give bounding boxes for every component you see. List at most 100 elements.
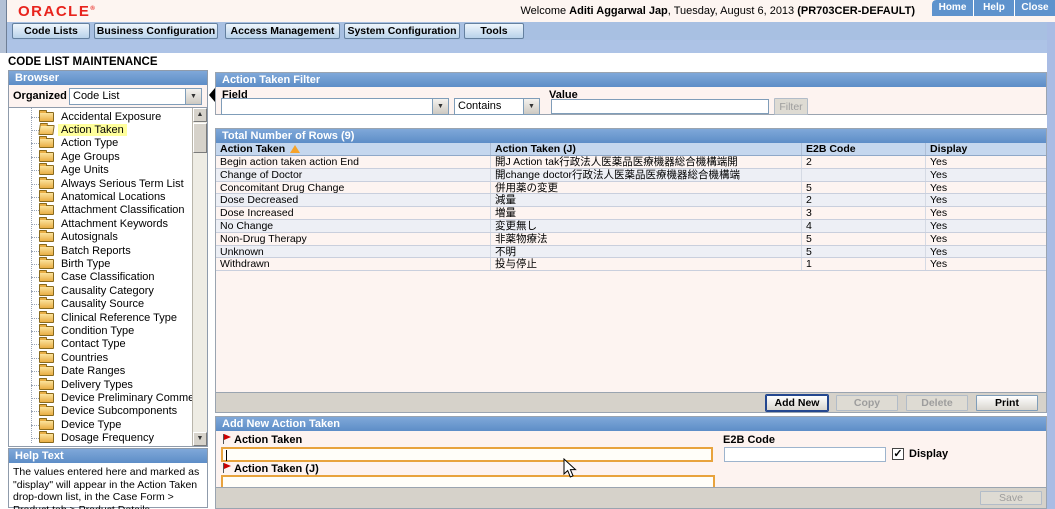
cell-e2b-code: 3 <box>802 207 926 219</box>
action-taken-j-label-text: Action Taken (J) <box>234 463 319 475</box>
tree-item-clinical-reference-type[interactable]: Clinical Reference Type <box>9 310 191 324</box>
action-taken-input[interactable] <box>221 447 713 462</box>
cell-action-taken-j: 不明 <box>491 245 802 258</box>
filter-button[interactable]: Filter <box>774 98 808 115</box>
tree-item-case-classification[interactable]: Case Classification <box>9 270 191 284</box>
cell-e2b-code: 2 <box>802 156 926 168</box>
cell-action-taken: Non-Drug Therapy <box>216 232 491 245</box>
tree-item-delivery-types[interactable]: Delivery Types <box>9 377 191 391</box>
tree-item-age-units[interactable]: Age Units <box>9 163 191 177</box>
cell-display: Yes <box>930 207 948 219</box>
tree-item-age-groups[interactable]: Age Groups <box>9 149 191 163</box>
column-header-e2b-code[interactable]: E2B Code <box>802 143 926 155</box>
chevron-down-icon[interactable]: ▼ <box>523 99 539 114</box>
table-rows: Begin action taken action End 開J Action t… <box>216 156 1046 272</box>
column-header-action-taken[interactable]: Action Taken <box>216 143 491 155</box>
field-dropdown[interactable]: ▼ <box>221 98 449 115</box>
menu-tab-tools[interactable]: Tools <box>464 23 524 39</box>
main-menu-bar: Code Lists Business Configuration Access M… <box>0 22 1055 40</box>
tree-item-label: Age Units <box>61 164 109 177</box>
menu-tab-system-configuration[interactable]: System Configuration <box>344 23 460 39</box>
folder-icon <box>39 163 54 176</box>
tree-item-condition-type[interactable]: Condition Type <box>9 323 191 337</box>
cell-display: Yes <box>930 194 948 207</box>
table-row[interactable]: No Change 変更無し 4 Yes <box>216 219 1046 233</box>
cell-e2b-code: 2 <box>802 194 926 207</box>
table-row[interactable]: Dose Decreased 減量 2 Yes <box>216 194 1046 208</box>
display-checkbox[interactable]: ✓ <box>892 448 904 460</box>
table-row[interactable]: Dose Increased 増量 3 Yes <box>216 207 1046 220</box>
column-header-label: E2B Code <box>806 142 856 155</box>
registered-mark: ® <box>90 6 97 12</box>
chevron-down-icon[interactable]: ▼ <box>432 99 448 114</box>
cell-action-taken: Change of Doctor <box>216 168 491 181</box>
chevron-down-icon[interactable]: ▼ <box>185 89 201 104</box>
delete-button[interactable]: Delete <box>906 394 968 411</box>
e2b-code-input[interactable] <box>724 447 886 462</box>
folder-icon <box>39 136 54 149</box>
tree-item-action-taken[interactable]: Action Taken <box>9 123 191 137</box>
organized-by-row: Organized by Code List ▼ <box>9 86 207 107</box>
field-dropdown-value <box>222 99 432 114</box>
tree-scrollbar[interactable]: ▲ ▼ <box>192 108 207 446</box>
scroll-down-icon[interactable]: ▼ <box>193 432 207 446</box>
tree-item-always-serious-term-list[interactable]: Always Serious Term List <box>9 176 191 190</box>
scroll-up-icon[interactable]: ▲ <box>193 108 207 122</box>
table-row[interactable]: Concomitant Drug Change 併用薬の変更 5 Yes <box>216 181 1046 195</box>
cell-display: Yes <box>930 219 948 232</box>
save-button[interactable]: Save <box>980 491 1042 505</box>
close-button[interactable]: Close <box>1014 0 1055 16</box>
oracle-logo: ORACLE® <box>18 3 96 20</box>
column-header-action-taken-j-[interactable]: Action Taken (J) <box>491 143 802 155</box>
menu-tab-code-lists[interactable]: Code Lists <box>12 23 90 39</box>
scrollbar-thumb[interactable] <box>193 123 207 153</box>
organized-by-dropdown[interactable]: Code List ▼ <box>69 88 202 105</box>
tree-item-device-preliminary-comments[interactable]: Device Preliminary Comments <box>9 390 207 404</box>
folder-icon <box>39 404 54 417</box>
tree-item-action-type[interactable]: Action Type <box>9 136 191 150</box>
tree-item-batch-reports[interactable]: Batch Reports <box>9 243 191 257</box>
table-row[interactable]: Change of Doctor 開change doctor行政法人医薬品医療機… <box>216 168 1046 182</box>
cell-action-taken: Withdrawn <box>216 258 491 271</box>
display-checkbox-label: Display <box>909 448 949 460</box>
tree-item-label: Contact Type <box>61 338 126 351</box>
home-button[interactable]: Home <box>932 0 973 16</box>
table-row[interactable]: Non-Drug Therapy 非薬物療法 5 Yes <box>216 232 1046 246</box>
table-row[interactable]: Begin action taken action End 開J Action t… <box>216 156 1046 169</box>
operator-dropdown[interactable]: Contains ▼ <box>454 98 540 115</box>
tree-item-birth-type[interactable]: Birth Type <box>9 256 191 270</box>
add-new-button[interactable]: Add New <box>765 393 829 412</box>
print-button[interactable]: Print <box>976 394 1038 411</box>
right-border-strip <box>1047 22 1055 509</box>
tree-item-label: Dosage Frequency <box>61 432 154 445</box>
tree-item-device-type[interactable]: Device Type <box>9 417 191 431</box>
help-button[interactable]: Help <box>973 0 1014 16</box>
tree-item-device-subcomponents[interactable]: Device Subcomponents <box>9 404 191 418</box>
tree-item-contact-type[interactable]: Contact Type <box>9 337 191 351</box>
value-input[interactable] <box>551 99 769 114</box>
tree-item-autosignals[interactable]: Autosignals <box>9 230 191 244</box>
cell-action-taken: No Change <box>216 219 491 232</box>
column-header-display[interactable]: Display <box>926 143 1046 155</box>
add-new-title: Add New Action Taken <box>216 417 1046 431</box>
menu-tab-access-management[interactable]: Access Management <box>225 23 340 39</box>
folder-icon <box>39 283 54 296</box>
tree-item-countries[interactable]: Countries <box>9 350 191 364</box>
tree-item-causality-category[interactable]: Causality Category <box>9 283 191 297</box>
table-row[interactable]: Withdrawn 投与停止 1 Yes <box>216 258 1046 272</box>
table-row[interactable]: Unknown 不明 5 Yes <box>216 245 1046 259</box>
tree-item-accidental-exposure[interactable]: Accidental Exposure <box>9 109 191 123</box>
tree-item-causality-source[interactable]: Causality Source <box>9 297 191 310</box>
cell-action-taken-j: 併用薬の変更 <box>491 181 802 194</box>
tree-item-label: Causality Source <box>61 298 145 311</box>
menu-tab-business-configuration[interactable]: Business Configuration <box>94 23 218 39</box>
tree-item-date-ranges[interactable]: Date Ranges <box>9 364 191 377</box>
tree-item-attachment-keywords[interactable]: Attachment Keywords <box>9 216 191 230</box>
tree-item-anatomical-locations[interactable]: Anatomical Locations <box>9 190 191 203</box>
cell-display: Yes <box>930 168 948 181</box>
copy-button[interactable]: Copy <box>836 394 898 411</box>
tree-item-attachment-classification[interactable]: Attachment Classification <box>9 203 191 217</box>
folder-icon <box>39 243 54 256</box>
tree-item-dosage-frequency[interactable]: Dosage Frequency <box>9 431 191 444</box>
table-title: Total Number of Rows (9) <box>216 129 1046 143</box>
